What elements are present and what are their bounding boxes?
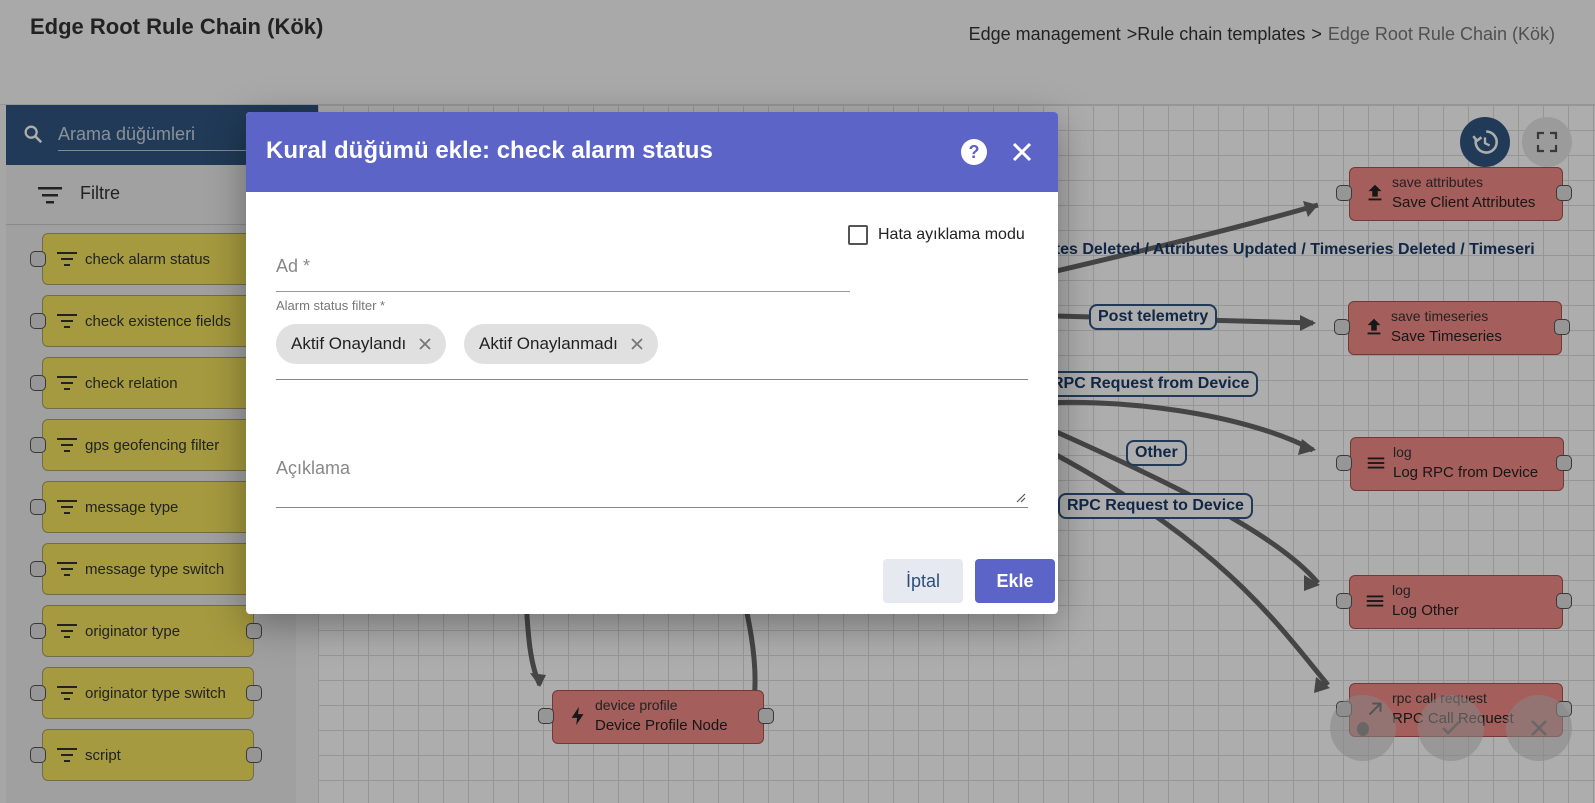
dialog-title: Kural düğümü ekle: check alarm status xyxy=(266,137,713,164)
svg-text:?: ? xyxy=(969,142,980,162)
name-field[interactable]: Ad * xyxy=(276,242,850,292)
add-rule-node-dialog: Kural düğümü ekle: check alarm status ? … xyxy=(246,112,1058,614)
help-icon[interactable]: ? xyxy=(960,138,988,166)
cancel-button[interactable]: İptal xyxy=(883,559,963,603)
chip-label: Aktif Onaylandı xyxy=(291,334,407,353)
debug-mode-label: Hata ayıklama modu xyxy=(878,226,1025,243)
debug-mode-toggle[interactable]: Hata ayıklama modu xyxy=(848,225,1025,245)
description-placeholder: Açıklama xyxy=(276,458,351,478)
alarm-status-filter-field[interactable]: Aktif Onaylandı Aktif Onaylanmadı xyxy=(276,317,1028,380)
description-field[interactable]: Açıklama xyxy=(276,442,1028,508)
chip-aktif-onaylanmadi: Aktif Onaylanmadı xyxy=(464,324,658,364)
add-button[interactable]: Ekle xyxy=(975,559,1055,603)
dialog-header: Kural düğümü ekle: check alarm status ? xyxy=(246,112,1058,192)
remove-chip-icon[interactable] xyxy=(630,337,644,351)
remove-chip-icon[interactable] xyxy=(418,337,432,351)
name-field-placeholder: Ad * xyxy=(276,256,311,276)
chip-label: Aktif Onaylanmadı xyxy=(479,334,618,353)
chip-aktif-onaylandi: Aktif Onaylandı xyxy=(276,324,447,364)
resize-handle-icon[interactable] xyxy=(1016,493,1026,503)
close-icon[interactable] xyxy=(1010,140,1034,164)
debug-mode-checkbox[interactable] xyxy=(848,225,868,245)
alarm-status-filter-label: Alarm status filter * xyxy=(276,298,386,313)
